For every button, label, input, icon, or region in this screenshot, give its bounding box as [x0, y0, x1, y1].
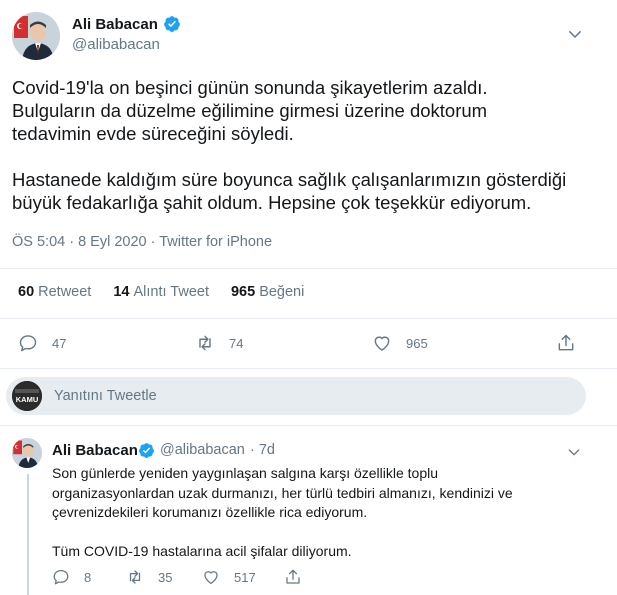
reply-text: Son günlerde yeniden yaygınlaşan salgına… — [52, 464, 513, 562]
share-button[interactable] — [556, 333, 576, 353]
tweet-stats: 60 Retweet 14 Alıntı Tweet 965 Beğeni — [18, 284, 304, 300]
reply-icon — [19, 335, 37, 352]
divider — [0, 318, 617, 319]
divider — [0, 268, 617, 269]
tweet-paragraph-2: Hastanede kaldığım süre boyunca sağlık ç… — [12, 169, 567, 213]
verified-badge-icon — [164, 16, 180, 32]
retweet-button[interactable]: 74 — [195, 333, 243, 353]
reply-reply-count: 8 — [84, 569, 92, 585]
retweet-count: 74 — [229, 335, 244, 351]
reply-icon — [53, 569, 69, 585]
author-avatar[interactable] — [12, 12, 60, 60]
heart-icon — [374, 336, 390, 351]
tweet-paragraph-1: Covid-19'la on beşinci günün sonunda şik… — [12, 77, 488, 144]
divider — [0, 368, 617, 369]
tweet-text: Covid-19'la on beşinci günün sonunda şik… — [12, 76, 566, 214]
retweets-stat[interactable]: 60 Retweet — [18, 284, 91, 300]
reply-like-count: 517 — [234, 569, 256, 585]
chevron-down-icon[interactable] — [566, 444, 582, 460]
reply-paragraph-2: Tüm COVID-19 hastalarına acil şifalar di… — [52, 543, 352, 559]
quotes-stat[interactable]: 14 Alıntı Tweet — [113, 284, 209, 300]
reply-author-name[interactable]: Ali Babacan — [52, 442, 138, 459]
reply-compose-input[interactable]: KAMU Yanıtını Tweetle — [6, 377, 586, 415]
reply-count: 47 — [52, 335, 67, 351]
reply-retweet-count: 35 — [158, 569, 173, 585]
reply-button[interactable]: 47 — [18, 333, 66, 353]
author-handle[interactable]: @alibabacan — [72, 36, 160, 53]
current-user-avatar: KAMU — [12, 381, 42, 411]
like-button[interactable]: 965 — [372, 333, 428, 353]
verified-badge-icon — [139, 443, 154, 458]
reply-paragraph-1: Son günlerde yeniden yaygınlaşan salgına… — [52, 465, 513, 520]
heart-icon — [204, 571, 218, 585]
tweet-timestamp[interactable]: ÖS 5:04 · 8 Eyl 2020 · Twitter for iPhon… — [12, 234, 272, 250]
retweet-icon — [199, 335, 211, 351]
chevron-down-icon[interactable] — [566, 25, 584, 43]
reply-like-button[interactable]: 517 — [202, 568, 256, 586]
reply-time[interactable]: · 7d — [250, 442, 275, 458]
thread-line — [27, 474, 29, 595]
like-count: 965 — [406, 335, 428, 351]
reply-reply-button[interactable]: 8 — [52, 568, 91, 586]
reply-retweet-button[interactable]: 35 — [126, 568, 172, 586]
likes-stat[interactable]: 965 Beğeni — [231, 284, 304, 300]
share-icon — [286, 569, 300, 584]
current-user-avatar-text: KAMU — [16, 395, 39, 404]
reply-share-button[interactable] — [284, 568, 302, 586]
retweet-icon — [129, 570, 141, 584]
share-icon — [558, 334, 574, 351]
divider — [0, 425, 617, 426]
reply-author-handle[interactable]: @alibabacan — [160, 442, 245, 458]
reply-author-avatar[interactable] — [12, 438, 42, 468]
author-name[interactable]: Ali Babacan — [72, 16, 158, 33]
reply-compose-placeholder: Yanıtını Tweetle — [54, 388, 157, 404]
